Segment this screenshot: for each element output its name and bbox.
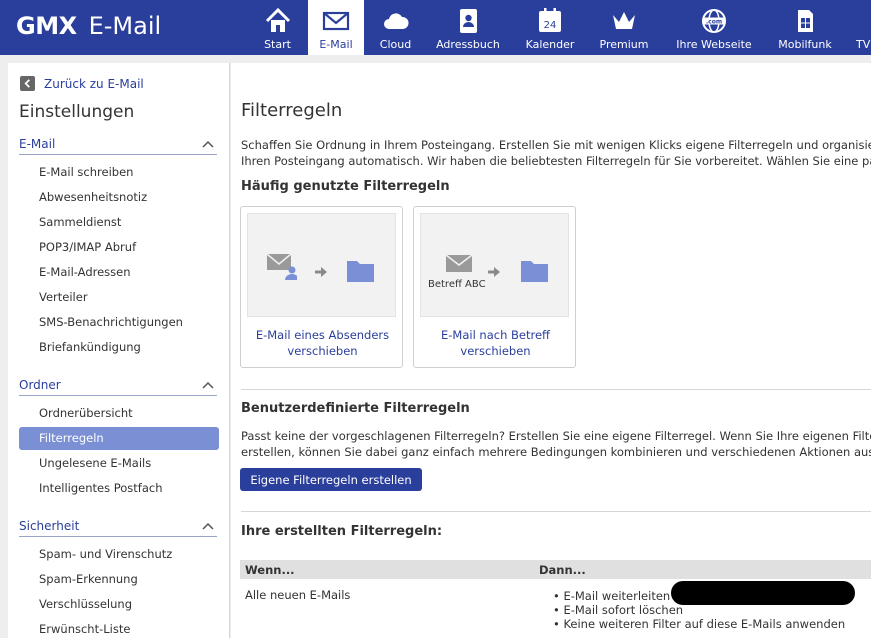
globe-icon: .com <box>702 9 726 33</box>
custom-text-line-1: Passt keine der vorgeschlagenen Filterre… <box>241 429 871 443</box>
sidebar-item-verteiler[interactable]: Verteiler <box>19 286 219 309</box>
simcard-icon <box>798 10 813 32</box>
cloud-icon <box>383 13 409 29</box>
redacted-email-address <box>671 581 855 605</box>
sidebar-item-email-schreiben[interactable]: E-Mail schreiben <box>19 161 219 184</box>
intro-text-line-2: Ihren Posteingang automatisch. Wir haben… <box>241 154 871 168</box>
rules-table-header: Wenn... Dann... <box>240 560 871 579</box>
custom-text-line-2: erstellen, können Sie dabei ganz einfach… <box>241 445 871 459</box>
gmx-logo[interactable]: GMX E-Mail <box>16 12 161 44</box>
nav-kalender[interactable]: 24 Kalender <box>522 0 578 55</box>
sidebar-item-filterregeln[interactable]: Filterregeln <box>19 427 219 450</box>
sidebar-item-ungelesene[interactable]: Ungelesene E-Mails <box>19 452 219 475</box>
nav-email[interactable]: E-Mail <box>308 0 364 55</box>
sidebar-item-spam-virenschutz[interactable]: Spam- und Virenschutz <box>19 543 219 566</box>
custom-rules-heading: Benutzerdefinierte Filterregeln <box>241 401 470 416</box>
column-header-then: Dann... <box>539 563 586 577</box>
rule-card-sender[interactable]: E-Mail eines Absenders verschieben <box>240 206 403 368</box>
section-header-ordner[interactable]: Ordner <box>19 378 217 396</box>
sidebar-item-verschluesselung[interactable]: Verschlüsselung <box>19 593 219 616</box>
sidebar-item-pop3-imap[interactable]: POP3/IMAP Abruf <box>19 236 219 259</box>
folder-icon <box>521 261 548 282</box>
sidebar-item-ordneruebersicht[interactable]: Ordnerübersicht <box>19 402 219 425</box>
sidebar-item-sms[interactable]: SMS-Benachrichtigungen <box>19 311 219 334</box>
nav-adressbuch[interactable]: Adressbuch <box>434 0 502 55</box>
nav-tv[interactable]: TV <box>852 0 871 55</box>
chevron-up-icon[interactable] <box>202 140 214 148</box>
section-header-sicherheit[interactable]: Sicherheit <box>19 519 217 537</box>
intro-text-line-1: Schaffen Sie Ordnung in Ihrem Posteingan… <box>241 138 871 152</box>
calendar-icon: 24 <box>539 8 561 32</box>
top-navigation-bar: GMX E-Mail Start E-Mail Cloud Adressbuch <box>0 0 871 55</box>
chevron-left-icon <box>20 76 35 91</box>
sidebar-item-abwesenheitsnotiz[interactable]: Abwesenheitsnotiz <box>19 186 219 209</box>
arrow-right-icon <box>488 267 500 277</box>
nav-mobilfunk[interactable]: Mobilfunk <box>775 0 835 55</box>
section-title: Sicherheit <box>19 519 80 533</box>
rule-card-illustration: Betreff ABC <box>420 213 569 317</box>
back-label: Zurück zu E-Mail <box>44 76 144 91</box>
envelope-person-icon <box>267 253 297 280</box>
rule-card-label: E-Mail eines Absenders verschieben <box>255 328 390 358</box>
rule-card-illustration <box>247 213 396 317</box>
nav-start[interactable]: Start <box>258 0 297 55</box>
settings-sidebar: Zurück zu E-Mail Einstellungen E-Mail E-… <box>8 63 230 638</box>
home-icon <box>265 7 290 32</box>
nav-label: TV <box>856 38 871 51</box>
sidebar-item-spam-erkennung[interactable]: Spam-Erkennung <box>19 568 219 591</box>
rule-action: • E-Mail sofort löschen <box>553 603 684 617</box>
created-rules-heading: Ihre erstellten Filterregeln: <box>241 524 443 539</box>
nav-label: Mobilfunk <box>778 38 832 51</box>
rule-action: • E-Mail weiterleiten an <box>553 589 689 603</box>
calendar-day: 24 <box>544 20 557 31</box>
nav-premium[interactable]: Premium <box>596 0 652 55</box>
logo-brand: GMX <box>16 12 77 40</box>
sidebar-item-intelligentes-postfach[interactable]: Intelligentes Postfach <box>19 477 219 500</box>
page-title: Filterregeln <box>241 100 343 121</box>
globe-badge: .com <box>706 19 722 26</box>
section-title: Ordner <box>19 378 61 392</box>
crown-icon <box>613 12 635 29</box>
settings-title: Einstellungen <box>19 102 135 122</box>
section-title: E-Mail <box>19 137 56 151</box>
section-header-email[interactable]: E-Mail <box>19 137 217 155</box>
rule-card-subject[interactable]: Betreff ABC E-Mail nach Betreff verschie… <box>413 206 576 368</box>
subject-caption: Betreff ABC <box>428 279 486 290</box>
common-rules-heading: Häufig genutzte Filterregeln <box>241 179 450 194</box>
rule-card-label: E-Mail nach Betreff verschieben <box>441 328 550 358</box>
nav-label: Premium <box>599 38 649 51</box>
chevron-up-icon[interactable] <box>202 522 214 530</box>
arrow-right-icon <box>315 267 327 277</box>
rule-condition: Alle neuen E-Mails <box>245 588 351 602</box>
nav-label: Kalender <box>525 38 575 51</box>
sidebar-item-sammeldienst[interactable]: Sammeldienst <box>19 211 219 234</box>
envelope-icon <box>446 255 472 272</box>
create-custom-rule-button[interactable]: Eigene Filterregeln erstellen <box>240 468 422 491</box>
sidebar-item-erwuenscht-liste[interactable]: Erwünscht-Liste <box>19 618 219 638</box>
nav-label: Adressbuch <box>436 38 500 51</box>
folder-icon <box>347 261 374 282</box>
nav-webseite[interactable]: .com Ihre Webseite <box>670 0 758 55</box>
sidebar-item-email-adressen[interactable]: E-Mail-Adressen <box>19 261 219 284</box>
nav-label: E-Mail <box>319 38 353 51</box>
rule-action: • Keine weiteren Filter auf diese E-Mail… <box>553 617 846 631</box>
addressbook-icon <box>460 9 477 33</box>
logo-product: E-Mail <box>88 12 162 40</box>
column-header-when: Wenn... <box>245 563 295 577</box>
chevron-up-icon[interactable] <box>202 381 214 389</box>
envelope-icon <box>322 11 350 31</box>
sidebar-item-briefankuendigung[interactable]: Briefankündigung <box>19 336 219 359</box>
nav-label: Start <box>264 38 291 51</box>
back-to-email-link[interactable]: Zurück zu E-Mail <box>20 76 144 91</box>
section-divider <box>241 389 871 390</box>
section-divider <box>241 511 871 512</box>
nav-label: Cloud <box>379 38 412 51</box>
nav-label: Ihre Webseite <box>676 38 752 51</box>
main-content: Filterregeln Schaffen Sie Ordnung in Ihr… <box>231 63 871 638</box>
nav-cloud[interactable]: Cloud <box>373 0 418 55</box>
